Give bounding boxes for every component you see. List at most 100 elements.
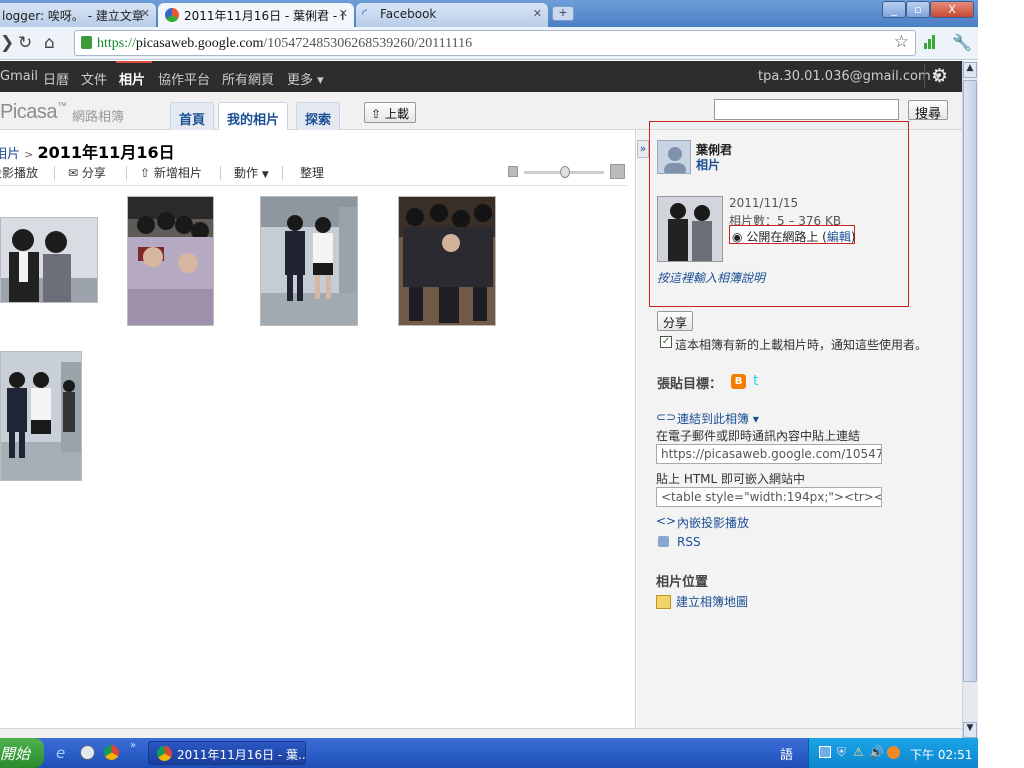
owner-photos-link[interactable]: 相片 <box>696 156 720 173</box>
gbar-photos[interactable]: 相片 <box>119 69 145 88</box>
ie-icon[interactable]: e <box>56 744 65 762</box>
photo-thumbnail-2[interactable] <box>127 196 214 326</box>
album-title: 2011年11月16日 <box>37 143 175 162</box>
account-email[interactable]: tpa.30.01.036@gmail.com ▾ <box>758 69 941 84</box>
chrome-icon[interactable] <box>104 745 119 760</box>
gear-icon[interactable]: ⚙ <box>931 65 948 87</box>
slideshow-button[interactable]: 投影播放 <box>0 164 38 181</box>
minimize-button[interactable]: _ <box>882 1 906 18</box>
address-bar[interactable]: https://picasaweb.google.com/10547248530… <box>74 30 916 56</box>
browser-toolbar: ❯ ↻ ⌂ https://picasaweb.google.com/10547… <box>0 27 978 60</box>
close-icon[interactable]: ✕ <box>141 7 150 20</box>
lock-icon <box>81 36 92 49</box>
browser-tab-facebook[interactable]: ◜ Facebook ✕ <box>356 3 548 27</box>
close-window-button[interactable]: X <box>930 1 974 18</box>
gbar-web[interactable]: 所有網頁 <box>222 69 274 88</box>
album-link-field[interactable]: https://picasaweb.google.com/10547248 <box>656 444 882 464</box>
breadcrumb-separator: > <box>24 148 34 161</box>
taskbar-item-chrome[interactable]: 2011年11月16日 - 葉... <box>148 741 306 765</box>
photo-thumbnail-5[interactable] <box>0 351 82 481</box>
signal-extension-icon[interactable] <box>924 35 935 52</box>
link-icon: ⊂⊃ <box>656 410 677 424</box>
edit-visibility-link[interactable]: 編輯 <box>827 230 851 244</box>
photo-location-heading: 相片位置 <box>656 575 709 590</box>
photo-image <box>399 197 495 325</box>
tab-title: Facebook <box>380 7 437 21</box>
album-description-prompt[interactable]: 按這裡輸入相簿說明 <box>657 269 765 286</box>
clock[interactable]: 下午 02:51 <box>910 746 972 763</box>
network-icon[interactable] <box>819 746 831 758</box>
avatar[interactable] <box>657 140 691 174</box>
code-icon: <> <box>656 514 677 528</box>
link-to-album-menu[interactable]: 連結到此相簿 ▾ <box>677 410 759 427</box>
embed-html-field[interactable]: <table style="width:194px;"><tr><td alig… <box>656 487 882 507</box>
divider <box>220 166 221 180</box>
tab-home[interactable]: 首頁 <box>170 102 215 130</box>
wrench-icon[interactable]: 🔧 <box>952 33 972 52</box>
tab-my-photos[interactable]: 我的相片 <box>218 102 289 130</box>
photo-image <box>261 197 357 325</box>
home-icon[interactable]: ⌂ <box>44 33 55 53</box>
media-player-icon[interactable] <box>80 745 95 760</box>
gbar-sites[interactable]: 協作平台 <box>158 69 210 88</box>
start-button[interactable]: 開始 <box>0 738 44 768</box>
photo-thumbnail-1[interactable] <box>0 217 98 303</box>
share-action[interactable]: ✉ 分享 <box>68 164 106 181</box>
language-bar[interactable]: 語 <box>780 744 793 763</box>
globe-icon: ◉ <box>732 230 743 244</box>
scroll-up-icon[interactable]: ▲ <box>963 62 977 78</box>
status-area <box>0 728 962 738</box>
new-tab-button[interactable]: + <box>552 6 574 21</box>
gbar-gmail[interactable]: Gmail <box>0 69 38 84</box>
album-cover-thumbnail[interactable] <box>657 196 723 262</box>
upload-button[interactable]: ⇧ 上載 <box>364 102 416 123</box>
breadcrumb-photos-link[interactable]: 相片 <box>0 147 20 162</box>
notify-checkbox[interactable]: ✓ <box>660 336 672 348</box>
gbar-docs[interactable]: 文件 <box>81 69 107 88</box>
app-tray-icon[interactable] <box>887 746 900 759</box>
album-cover-image <box>658 197 722 261</box>
close-icon[interactable]: ✕ <box>339 7 348 20</box>
browser-tab-picasa[interactable]: 2011年11月16日 - 葉俐君 - I ✕ <box>158 3 354 27</box>
gbar-calendar[interactable]: 日曆 <box>43 69 69 88</box>
browser-tab-blogger[interactable]: logger: 唉呀。 - 建立文章 ✕ <box>0 3 156 27</box>
system-tray: ⛨ ⚠ 🔊 下午 02:51 <box>808 738 978 768</box>
bookmark-star-icon[interactable]: ☆ <box>894 32 909 52</box>
search-button[interactable]: 搜尋 <box>908 100 948 122</box>
slider-handle[interactable] <box>560 166 570 178</box>
divider <box>54 166 55 180</box>
divider <box>282 166 283 180</box>
scroll-down-icon[interactable]: ▼ <box>963 722 977 738</box>
forward-icon[interactable]: ❯ <box>0 33 14 53</box>
chevron-down-icon: ▼ <box>261 170 269 180</box>
collapse-sidebar-button[interactable]: » <box>637 140 649 158</box>
paste-link-label: 在電子郵件或即時通訊內容中貼上連結 <box>656 429 861 443</box>
close-icon[interactable]: ✕ <box>533 7 542 20</box>
tab-explore[interactable]: 探索 <box>296 102 341 130</box>
organize-action[interactable]: 整理 <box>300 164 324 181</box>
browser-tab-strip: logger: 唉呀。 - 建立文章 ✕ 2011年11月16日 - 葉俐君 -… <box>0 0 978 27</box>
google-bar: Gmail 日曆 文件 相片 協作平台 所有網頁 更多 ▾ tpa.30.01.… <box>0 61 962 92</box>
maximize-button[interactable]: ▫ <box>906 1 930 18</box>
add-photos-action[interactable]: ⇧ 新增相片 <box>140 164 202 181</box>
picasa-logo[interactable]: Picasa™ <box>0 101 67 124</box>
scrollbar-thumb[interactable] <box>963 80 977 682</box>
quicklaunch-overflow-icon[interactable]: » <box>130 740 136 751</box>
create-album-map-link[interactable]: 建立相簿地圖 <box>676 593 748 610</box>
volume-icon[interactable]: 🔊 <box>869 745 884 759</box>
twitter-icon[interactable]: t <box>753 373 759 389</box>
reload-icon[interactable]: ↻ <box>18 33 32 53</box>
photo-thumbnail-4[interactable] <box>398 196 496 326</box>
embed-slideshow-link[interactable]: 內嵌投影播放 <box>677 514 749 531</box>
url-text[interactable]: https://picasaweb.google.com/10547248530… <box>97 36 472 52</box>
photo-thumbnail-3[interactable] <box>260 196 358 326</box>
search-input[interactable] <box>714 99 899 120</box>
gbar-more[interactable]: 更多 ▾ <box>287 69 324 88</box>
shield-icon[interactable]: ⛨ <box>837 745 846 760</box>
rss-link[interactable]: RSS <box>677 535 701 549</box>
album-sidebar: » 葉俐君 相片 2011/11/15 相片數：5 – 376 KB ◉ 公開在… <box>637 121 962 728</box>
warning-icon[interactable]: ⚠ <box>853 745 864 759</box>
blogger-icon[interactable]: B <box>731 374 746 389</box>
actions-menu[interactable]: 動作 ▼ <box>234 164 269 181</box>
share-button[interactable]: 分享 <box>657 311 693 331</box>
